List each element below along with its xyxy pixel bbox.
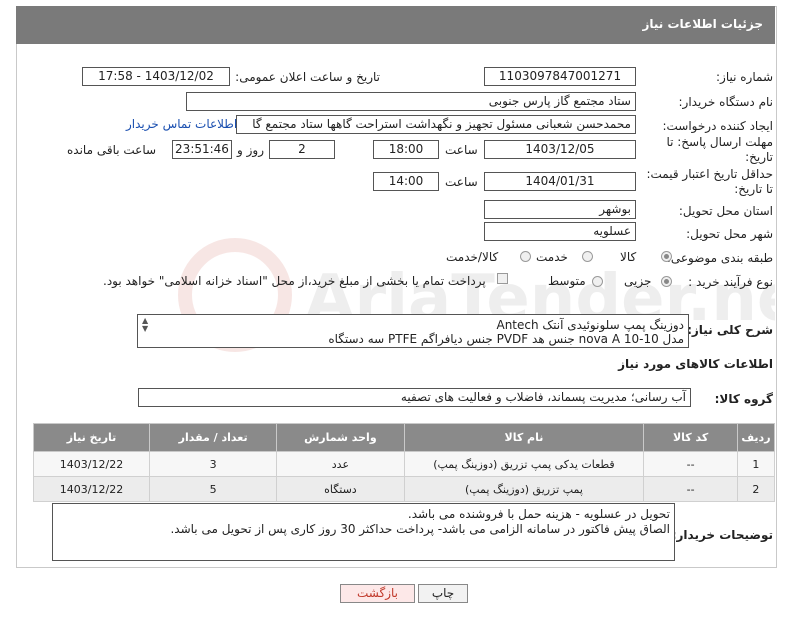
process-label: نوع فرآیند خرید :: [688, 275, 773, 289]
cell-unit: دستگاه: [276, 476, 405, 502]
summary-line-2: مدل nova A 10-10 جنس هد PVDF جنس دیافراگ…: [328, 332, 684, 346]
cell-code: --: [643, 451, 738, 477]
process-radio-minor[interactable]: [661, 276, 672, 287]
need-number-field[interactable]: 1103097847001271: [484, 67, 636, 86]
col-header-date: تاریخ نیاز: [32, 423, 151, 452]
summary-line-1: دوزینگ پمپ سلونوئیدی آنتک Antech: [496, 318, 684, 332]
payment-note: پرداخت تمام یا بخشی از مبلغ خرید،از محل …: [103, 274, 486, 288]
deadline-time-label: ساعت: [445, 143, 478, 157]
goods-group-label: گروه کالا:: [714, 392, 773, 406]
cell-unit: عدد: [276, 451, 405, 477]
creator-label: ایجاد کننده درخواست:: [662, 119, 773, 133]
buyer-notes-label: توضیحات خریدار:: [671, 528, 773, 542]
buyer-notes-line-2: الصاق پیش فاکتور در سامانه الزامی می باش…: [170, 522, 670, 536]
buyer-notes-line-1: تحویل در عسلویه - هزینه حمل با فروشنده م…: [407, 507, 670, 521]
table-header-row: ردیف کد کالا نام کالا واحد شمارش تعداد /…: [32, 423, 776, 452]
deadline-date-field[interactable]: 1403/12/05: [484, 140, 636, 159]
remaining-time-field[interactable]: 23:51:46: [172, 140, 232, 159]
announce-label: تاریخ و ساعت اعلان عمومی:: [235, 70, 380, 84]
province-label: استان محل تحویل:: [678, 204, 773, 218]
cell-code: --: [643, 476, 738, 502]
summary-textarea[interactable]: دوزینگ پمپ سلونوئیدی آنتک Antech مدل nov…: [137, 314, 689, 348]
category-radio-service[interactable]: [582, 251, 593, 262]
process-option-medium: متوسط: [548, 274, 586, 288]
page-title: جزئیات اطلاعات نیاز: [642, 17, 763, 31]
process-option-minor: جزیی: [624, 274, 652, 288]
category-label: طبقه بندی موضوعی:: [666, 251, 773, 265]
cell-quantity: 5: [149, 476, 278, 502]
cell-name: قطعات یدکی پمپ تزریق (دوزینگ پمپ): [403, 451, 645, 477]
buyer-org-field[interactable]: ستاد مجتمع گاز پارس جنوبی: [186, 92, 636, 111]
contact-buyer-link[interactable]: اطلاعات تماس خریدار: [126, 117, 237, 131]
days-field[interactable]: 2: [269, 140, 335, 159]
table-row[interactable]: 1 -- قطعات یدکی پمپ تزریق (دوزینگ پمپ) ع…: [32, 451, 776, 477]
category-option-goods-service: کالا/خدمت: [446, 250, 499, 264]
need-number-label: شماره نیاز:: [716, 70, 773, 84]
province-field[interactable]: بوشهر: [484, 200, 636, 219]
cell-row-number: 1: [736, 451, 776, 477]
city-label: شهر محل تحویل:: [686, 227, 773, 241]
goods-table: ردیف کد کالا نام کالا واحد شمارش تعداد /…: [32, 423, 776, 502]
summary-label: شرح کلی نیاز:: [687, 323, 773, 337]
table-row[interactable]: 2 -- پمپ تزریق (دوزینگ پمپ) دستگاه 5 140…: [32, 476, 776, 502]
deadline-label: مهلت ارسال پاسخ: تا تاریخ:: [666, 135, 773, 164]
remaining-label: ساعت باقی مانده: [67, 143, 157, 157]
col-header-unit: واحد شمارش: [276, 423, 405, 452]
cell-date: 1403/12/22: [32, 451, 151, 477]
city-field[interactable]: عسلویه: [484, 222, 636, 241]
page-header: جزئیات اطلاعات نیاز: [16, 6, 775, 44]
col-header-quantity: تعداد / مقدار: [149, 423, 278, 452]
deadline-time-field[interactable]: 18:00: [373, 140, 439, 159]
goods-info-title: اطلاعات کالاهای مورد نیاز: [618, 357, 773, 371]
category-radio-goods-service[interactable]: [520, 251, 531, 262]
category-option-service: خدمت: [536, 250, 568, 264]
price-validity-date-field[interactable]: 1404/01/31: [484, 172, 636, 191]
buyer-notes-textarea[interactable]: تحویل در عسلویه - هزینه حمل با فروشنده م…: [52, 503, 675, 561]
process-radio-medium[interactable]: [592, 276, 603, 287]
cell-row-number: 2: [736, 476, 776, 502]
goods-group-field[interactable]: آب رسانی؛ مدیریت پسماند، فاضلاب و فعالیت…: [138, 388, 691, 407]
creator-field[interactable]: محمدحسن شعبانی مسئول تجهیز و نگهداشت است…: [236, 115, 636, 134]
price-validity-label: حداقل تاریخ اعتبار قیمت: تا تاریخ:: [646, 167, 773, 196]
col-header-row-number: ردیف: [736, 423, 776, 452]
cell-date: 1403/12/22: [32, 476, 151, 502]
back-button[interactable]: بازگشت: [340, 584, 415, 603]
announce-field[interactable]: 1403/12/02 - 17:58: [82, 67, 230, 86]
col-header-name: نام کالا: [403, 423, 645, 452]
cell-quantity: 3: [149, 451, 278, 477]
days-label: روز و: [237, 143, 264, 157]
category-option-goods: کالا: [620, 250, 637, 264]
category-radio-goods[interactable]: [661, 251, 672, 262]
price-validity-time-label: ساعت: [445, 175, 478, 189]
treasury-payment-checkbox[interactable]: [497, 273, 508, 284]
scroll-arrows-icon[interactable]: ▲ ▼: [142, 317, 148, 333]
col-header-code: کد کالا: [643, 423, 738, 452]
buyer-org-label: نام دستگاه خریدار:: [678, 95, 774, 109]
cell-name: پمپ تزریق (دوزینگ پمپ): [403, 476, 645, 502]
price-validity-time-field[interactable]: 14:00: [373, 172, 439, 191]
print-button[interactable]: چاپ: [418, 584, 468, 603]
